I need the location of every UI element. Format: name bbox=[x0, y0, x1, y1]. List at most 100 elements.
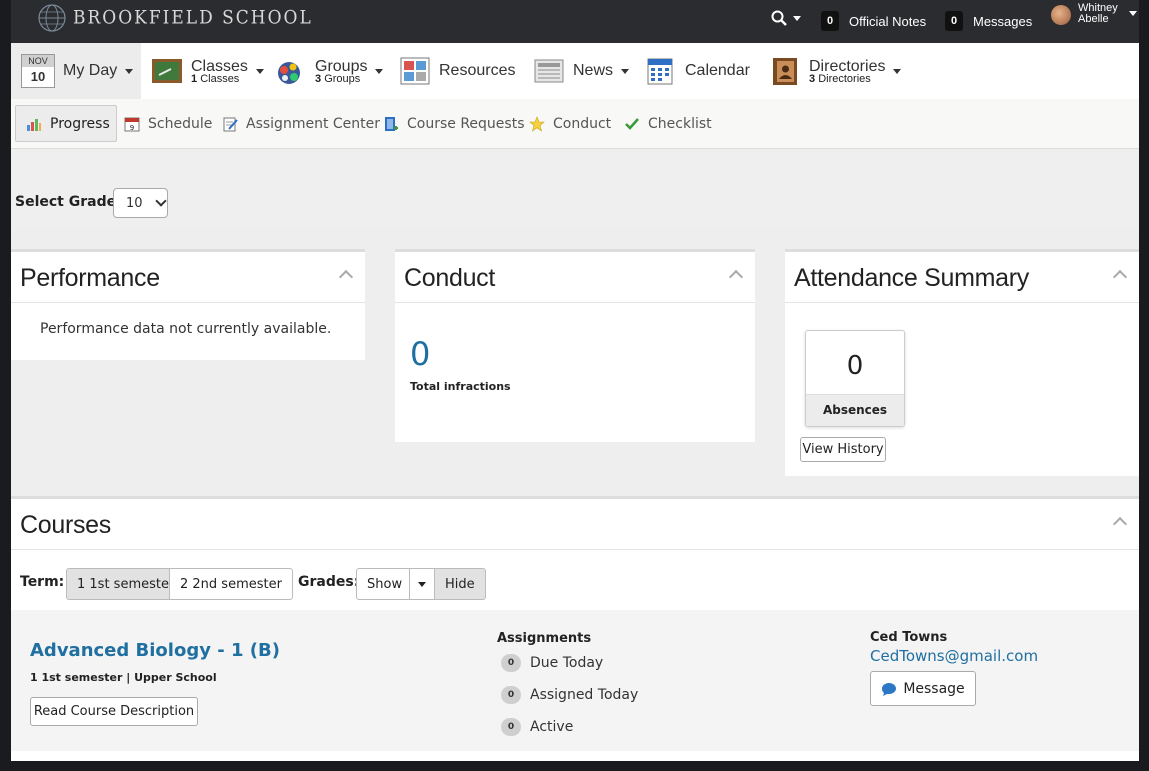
newspaper-icon bbox=[534, 59, 564, 83]
chevron-down-icon bbox=[125, 68, 134, 74]
courses-title: Courses bbox=[11, 499, 1139, 550]
nav-news[interactable]: News bbox=[533, 43, 630, 99]
tab-conduct-label: Conduct bbox=[553, 115, 612, 132]
nav-classes-sub: Classes bbox=[200, 72, 240, 85]
globe-icon bbox=[38, 4, 66, 32]
sub-nav: Progress 9 Schedule Assignment Center Co… bbox=[11, 99, 1139, 149]
date-month: NOV bbox=[22, 55, 54, 67]
assignment-active[interactable]: 0 Active bbox=[501, 718, 573, 736]
official-notes-label: Official Notes bbox=[849, 13, 927, 29]
nav-groups-label: Groups bbox=[315, 57, 368, 75]
infractions-count[interactable]: 0 bbox=[395, 303, 755, 372]
grade-bar: Select Grade: 10 bbox=[11, 149, 1139, 229]
user-menu[interactable]: Whitney Abelle bbox=[1051, 3, 1137, 25]
tab-conduct[interactable]: Conduct bbox=[529, 105, 611, 142]
performance-title: Performance bbox=[11, 252, 365, 303]
schedule-icon: 9 bbox=[124, 117, 140, 132]
school-logo[interactable]: BROOKFIELD SCHOOL bbox=[37, 4, 313, 32]
term-option-2[interactable]: 2 2nd semester bbox=[169, 568, 293, 600]
absences-count: 0 bbox=[846, 351, 864, 381]
chalkboard-icon bbox=[152, 59, 182, 83]
nav-resources-label: Resources bbox=[439, 62, 516, 79]
top-bar: BROOKFIELD SCHOOL 0 Official Notes 0 Mes… bbox=[11, 0, 1139, 43]
absences-tile[interactable]: 0 Absences bbox=[805, 330, 905, 427]
tab-progress[interactable]: Progress bbox=[15, 105, 117, 142]
search-icon bbox=[771, 10, 787, 26]
calendar-icon bbox=[647, 58, 673, 85]
tab-assignment-center[interactable]: Assignment Center bbox=[222, 105, 380, 142]
grades-dropdown-toggle[interactable] bbox=[409, 568, 435, 600]
tab-course-requests-label: Course Requests bbox=[407, 115, 525, 132]
bar-chart-icon bbox=[27, 118, 41, 131]
checkmark-icon bbox=[625, 117, 639, 130]
official-notes-link[interactable]: 0 Official Notes bbox=[821, 11, 926, 31]
course-row: Advanced Biology - 1 (B) 1 1st semester … bbox=[11, 610, 1139, 751]
tab-checklist[interactable]: Checklist bbox=[624, 105, 712, 142]
nav-resources[interactable]: Resources bbox=[399, 43, 515, 99]
search-button[interactable] bbox=[771, 10, 801, 26]
tab-schedule[interactable]: 9 Schedule bbox=[124, 105, 212, 142]
tab-schedule-label: Schedule bbox=[148, 115, 213, 132]
nav-directories-label: Directories bbox=[809, 57, 886, 75]
tab-checklist-label: Checklist bbox=[648, 115, 712, 132]
school-name: BROOKFIELD SCHOOL bbox=[73, 7, 313, 29]
course-title-link[interactable]: Advanced Biology - 1 (B) bbox=[30, 640, 280, 661]
chevron-down-icon bbox=[255, 68, 264, 74]
grade-select-value: 10 bbox=[126, 195, 143, 211]
messages-label: Messages bbox=[973, 13, 1033, 29]
term-option-1[interactable]: 1 1st semester bbox=[66, 568, 186, 600]
assigned-today-label: Assigned Today bbox=[530, 687, 639, 703]
attendance-title: Attendance Summary bbox=[785, 252, 1139, 303]
date-day: 10 bbox=[30, 69, 46, 84]
teacher-email-link[interactable]: CedTowns@gmail.com bbox=[870, 647, 1038, 665]
nav-calendar-label: Calendar bbox=[685, 62, 750, 79]
star-icon bbox=[529, 115, 545, 132]
conduct-title: Conduct bbox=[395, 252, 755, 303]
nav-calendar[interactable]: Calendar bbox=[645, 43, 750, 99]
message-button-label: Message bbox=[903, 680, 965, 697]
courses-panel: Courses Term: 1 1st semester 2 2nd semes… bbox=[11, 496, 1139, 761]
assignment-icon bbox=[223, 117, 238, 131]
chevron-down-icon bbox=[1128, 11, 1137, 16]
read-course-description-button[interactable]: Read Course Description bbox=[30, 697, 198, 726]
assigned-today-count: 0 bbox=[501, 686, 521, 704]
grade-select[interactable]: 10 bbox=[113, 188, 168, 218]
nav-directories[interactable]: Directories 3 Directories bbox=[769, 43, 902, 99]
nav-directories-sub: Directories bbox=[818, 72, 871, 85]
main-nav: NOV 10 My Day Classes 1 Classes Groups 3… bbox=[11, 43, 1139, 99]
official-notes-count: 0 bbox=[821, 11, 839, 31]
tab-course-requests[interactable]: Course Requests bbox=[383, 105, 525, 142]
assignments-header: Assignments bbox=[497, 631, 592, 646]
view-history-button[interactable]: View History bbox=[800, 437, 886, 462]
resources-icon bbox=[400, 57, 430, 85]
groups-icon bbox=[278, 62, 300, 84]
assignment-assigned-today[interactable]: 0 Assigned Today bbox=[501, 686, 638, 704]
grades-show-button[interactable]: Show bbox=[356, 568, 410, 600]
avatar bbox=[1051, 5, 1071, 25]
nav-groups[interactable]: Groups 3 Groups bbox=[275, 43, 384, 99]
message-button[interactable]: Message bbox=[870, 671, 976, 706]
tab-progress-label: Progress bbox=[50, 115, 110, 132]
due-today-count: 0 bbox=[501, 654, 521, 672]
messages-link[interactable]: 0 Messages bbox=[945, 11, 1032, 31]
assignment-due-today[interactable]: 0 Due Today bbox=[501, 654, 603, 672]
grades-label: Grades: bbox=[298, 574, 360, 590]
chevron-down-icon bbox=[418, 581, 426, 587]
course-meta: 1 1st semester | Upper School bbox=[30, 671, 217, 684]
performance-message: Performance data not currently available… bbox=[40, 321, 332, 337]
nav-classes-count: 1 bbox=[191, 72, 198, 85]
nav-groups-count: 3 bbox=[315, 72, 322, 85]
active-count: 0 bbox=[501, 718, 521, 736]
chevron-down-icon bbox=[893, 68, 902, 74]
absences-label: Absences bbox=[806, 394, 904, 426]
chat-bubble-icon bbox=[882, 682, 897, 696]
teacher-name: Ced Towns bbox=[870, 630, 948, 645]
nav-classes[interactable]: Classes 1 Classes bbox=[151, 43, 264, 99]
address-book-icon bbox=[773, 58, 797, 85]
nav-news-label: News bbox=[573, 62, 614, 79]
nav-directories-count: 3 bbox=[809, 72, 816, 85]
nav-my-day[interactable]: NOV 10 My Day bbox=[11, 43, 141, 99]
chevron-down-icon bbox=[621, 68, 630, 74]
grades-hide-button[interactable]: Hide bbox=[434, 568, 486, 600]
messages-count: 0 bbox=[945, 11, 963, 31]
